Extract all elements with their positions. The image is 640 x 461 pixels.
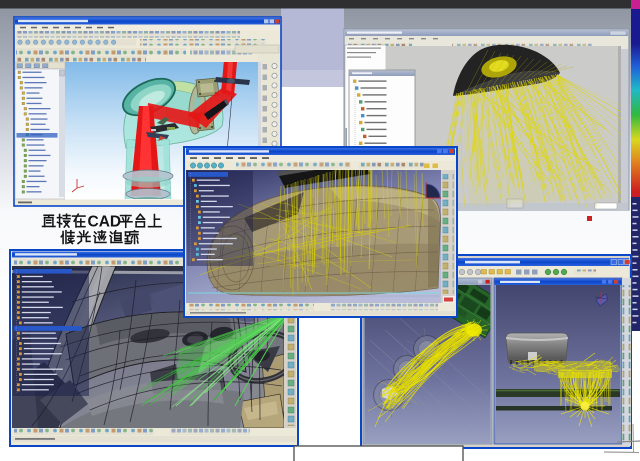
svg-text:CAD: CAD: [88, 214, 122, 231]
